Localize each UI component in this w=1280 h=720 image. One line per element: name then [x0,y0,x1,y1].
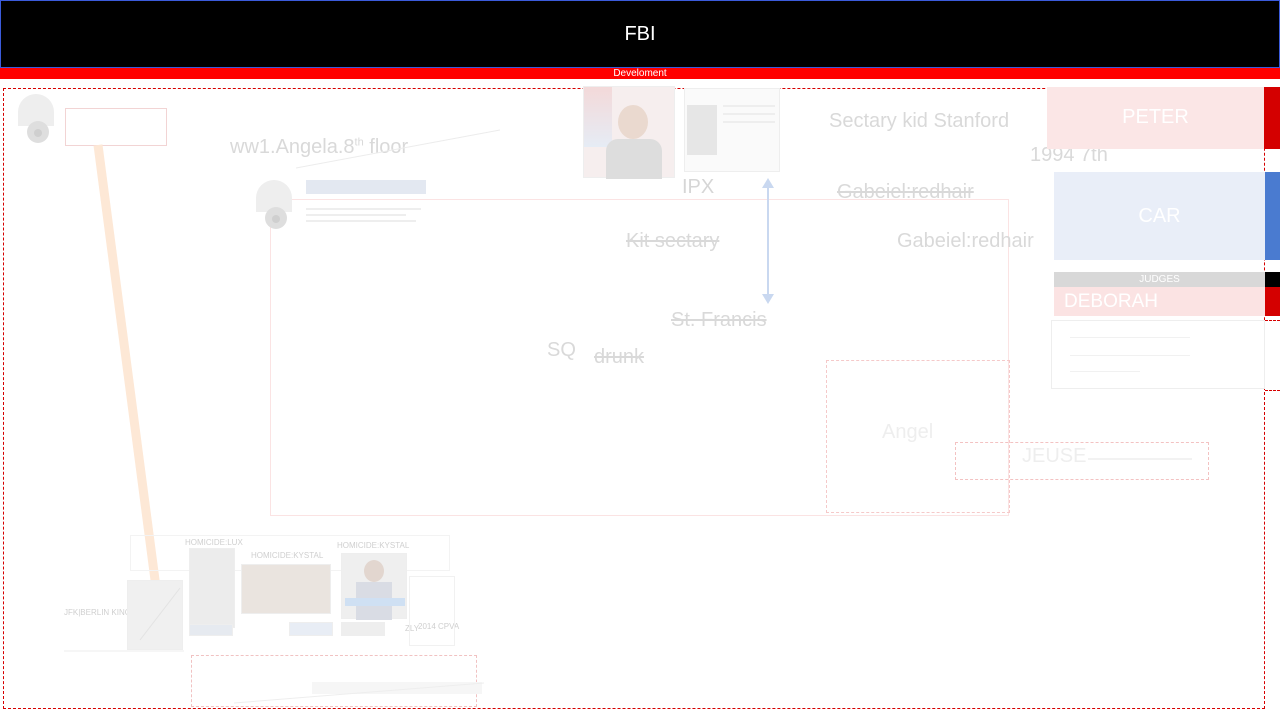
collage-photo-4 [341,553,407,620]
deborah-card: DEBORAH [1054,287,1265,316]
portrait-photo [583,86,675,179]
judges-bar-edge [1265,272,1280,287]
drunk-label: drunk [594,346,645,368]
car-card-edge [1265,172,1280,260]
collage-photo-5 [289,622,333,636]
homicide-lux-label: HOMICIDE:LUX [185,538,243,547]
double-arrow-icon [762,178,774,304]
jeuse-label: JEUSE [1022,445,1087,467]
sq-label: SQ [547,339,576,361]
gabeiel-label-2: Gabeiel:redhair [897,230,1034,252]
deborah-card-edge [1265,287,1280,316]
jeuse-underline [1088,458,1192,460]
car-card: CAR [1054,172,1265,260]
security-camera-icon [18,94,54,143]
page-title: FBI [624,23,656,45]
caption-bar [345,598,405,606]
subtitle-bar: Develoment [0,68,1280,79]
kit-sectary-label: Kit sectary [626,230,720,252]
st-francis-label: St. Francis [671,309,767,331]
bottom-connector-lines [64,650,485,704]
notes-card [1051,320,1265,389]
homicide-kystal-label-2: HOMICIDE:KYSTAL [337,541,410,550]
security-camera-icon-2 [256,180,292,229]
gabeiel-label-1: Gabeiel:redhair [837,181,974,203]
collage-photo-7 [189,624,233,636]
collage-line [139,587,181,641]
angel-label: Angel [882,421,934,443]
collage-side-box [409,576,455,646]
judges-bar: JUDGES [1054,272,1265,287]
peter-card: PETER [1047,87,1264,149]
ipx-label: IPX [682,176,715,198]
collage-photo-6 [341,622,385,636]
collage-photo-2 [189,548,235,628]
homicide-kystal-label-1: HOMICIDE:KYSTAL [251,551,324,560]
page-subtitle: Develoment [613,68,667,79]
collage-photo-3 [241,564,331,614]
berlin-label: JFK|BERLIN KING [64,608,131,617]
article-photo [684,88,780,172]
peter-card-edge [1264,87,1280,149]
document-thumbnail [306,180,426,240]
connector-line [296,129,501,169]
sectary-kid-label: Sectary kid Stanford [829,110,1010,132]
page-title-bar: FBI [0,0,1280,68]
right-frame [1265,320,1280,391]
